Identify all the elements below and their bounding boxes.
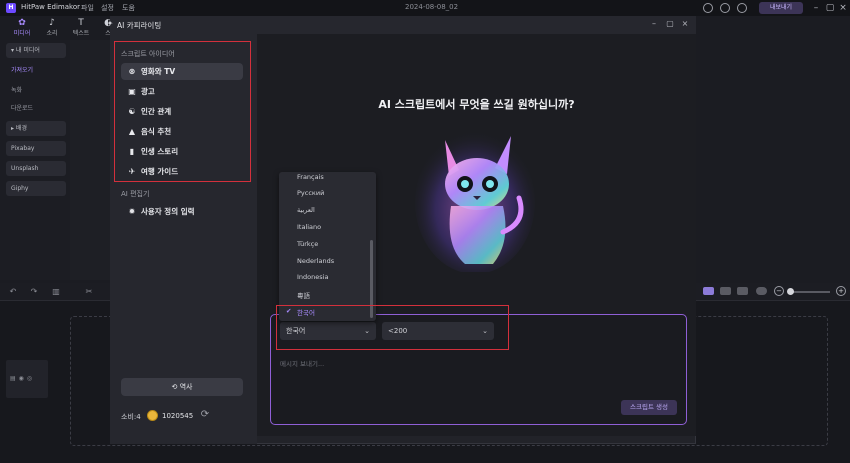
ideas-highlight-box — [114, 41, 251, 182]
tool-media[interactable]: ✿ 미디어 — [12, 18, 32, 37]
zoom-slider-handle[interactable] — [787, 288, 794, 295]
sidebar-item-giphy[interactable]: Giphy — [6, 181, 66, 196]
zoom-out-icon[interactable]: − — [774, 286, 784, 296]
refresh-icon[interactable]: ⟳ — [199, 409, 211, 421]
ai-editor-label: AI 편집기 — [121, 190, 150, 198]
sidebar-item-my-media[interactable]: ▾ 내 미디어 — [6, 43, 66, 58]
credits-balance: 1020545 — [162, 412, 194, 420]
text-icon: T — [78, 18, 84, 28]
maximize-icon[interactable]: ▢ — [824, 2, 836, 14]
language-dropdown-menu — [279, 172, 376, 321]
sidebar-item-download[interactable]: 다운로드 — [6, 101, 66, 116]
redo-icon[interactable]: ↷ — [29, 287, 39, 297]
audio-icon: ♪ — [49, 18, 55, 28]
sidebar-item-import[interactable]: 가져오기 — [6, 63, 66, 78]
feedback-icon[interactable] — [703, 3, 713, 13]
dialog-minimize-icon[interactable]: – — [648, 18, 660, 30]
history-button[interactable]: ⟲ 역사 — [121, 378, 243, 396]
undo-icon[interactable]: ↶ — [8, 287, 18, 297]
zoom-in-icon[interactable]: + — [836, 286, 846, 296]
language-option[interactable]: Français — [297, 173, 324, 181]
sidebar-item-background[interactable]: ▸ 배경 — [6, 121, 66, 136]
coin-icon — [147, 410, 158, 421]
credits-cost: 소비:4 — [121, 413, 141, 421]
custom-input-label: 사용자 정의 입력 — [141, 207, 195, 216]
generate-script-button[interactable]: 스크립트 생성 — [621, 400, 677, 415]
sidebar-item-record[interactable]: 녹화 — [6, 83, 66, 98]
tool-text-label: 텍스트 — [72, 30, 90, 37]
language-option[interactable]: Русский — [297, 189, 324, 197]
app-logo-icon: H — [6, 3, 16, 13]
tool-text[interactable]: T 텍스트 — [71, 18, 91, 37]
app-name: HitPaw Edimakor — [21, 3, 80, 11]
menu-file[interactable]: 파일 — [81, 3, 94, 13]
split-icon[interactable]: ✂ — [84, 287, 94, 297]
track-controls-icon[interactable]: ▤◉◎ — [10, 375, 35, 382]
language-option[interactable]: Indonesia — [297, 273, 328, 281]
language-option[interactable]: Türkçe — [297, 240, 318, 248]
minimize-icon[interactable]: – — [810, 2, 822, 14]
media-content-area — [70, 40, 110, 280]
timeline-tool-d-icon[interactable] — [756, 287, 767, 295]
timeline-tool-b-icon[interactable] — [720, 287, 731, 295]
language-option[interactable]: Nederlands — [297, 257, 334, 265]
dialog-maximize-icon[interactable]: ▢ — [664, 18, 676, 30]
export-button[interactable]: 내보내기 — [759, 2, 803, 14]
history-icon: ⟲ — [171, 383, 180, 391]
menu-help[interactable]: 도움 — [122, 3, 135, 13]
dialog-close-icon[interactable]: × — [679, 18, 691, 30]
account-icon[interactable] — [737, 3, 747, 13]
sidebar-item-pixabay[interactable]: Pixabay — [6, 141, 66, 156]
sidebar-item-unsplash[interactable]: Unsplash — [6, 161, 66, 176]
language-option[interactable]: 粵語 — [297, 290, 310, 300]
tool-media-label: 미디어 — [13, 30, 31, 37]
gear-icon: ✹ — [128, 207, 136, 216]
language-option[interactable]: Italiano — [297, 223, 321, 231]
menu-settings[interactable]: 설정 — [101, 3, 114, 13]
dialog-headline: AI 스크립트에서 무엇을 쓰길 원하십니까? — [378, 98, 575, 111]
tool-audio[interactable]: ♪ 소리 — [42, 18, 62, 37]
dialog-header — [110, 16, 696, 34]
custom-input-item[interactable]: ✹ 사용자 정의 입력 — [121, 203, 243, 220]
ai-icon: ✦ — [106, 19, 114, 28]
tool-audio-label: 소리 — [46, 30, 58, 37]
history-label: 역사 — [179, 383, 193, 391]
language-option[interactable]: العربية — [297, 206, 315, 214]
download-icon[interactable] — [720, 3, 730, 13]
selectors-highlight-box — [276, 305, 509, 350]
delete-icon[interactable]: ▥ — [51, 287, 61, 297]
media-icon: ✿ — [18, 18, 26, 28]
timeline-tool-c-icon[interactable] — [737, 287, 748, 295]
close-icon[interactable]: × — [837, 2, 849, 14]
dialog-title: AI 카피라이팅 — [117, 21, 162, 30]
zoom-slider[interactable] — [790, 291, 830, 293]
message-input[interactable] — [280, 358, 670, 370]
ai-cat-illustration — [415, 130, 535, 272]
document-title: 2024-08-08_02 — [405, 3, 459, 11]
timeline-tool-a-icon[interactable] — [703, 287, 714, 295]
